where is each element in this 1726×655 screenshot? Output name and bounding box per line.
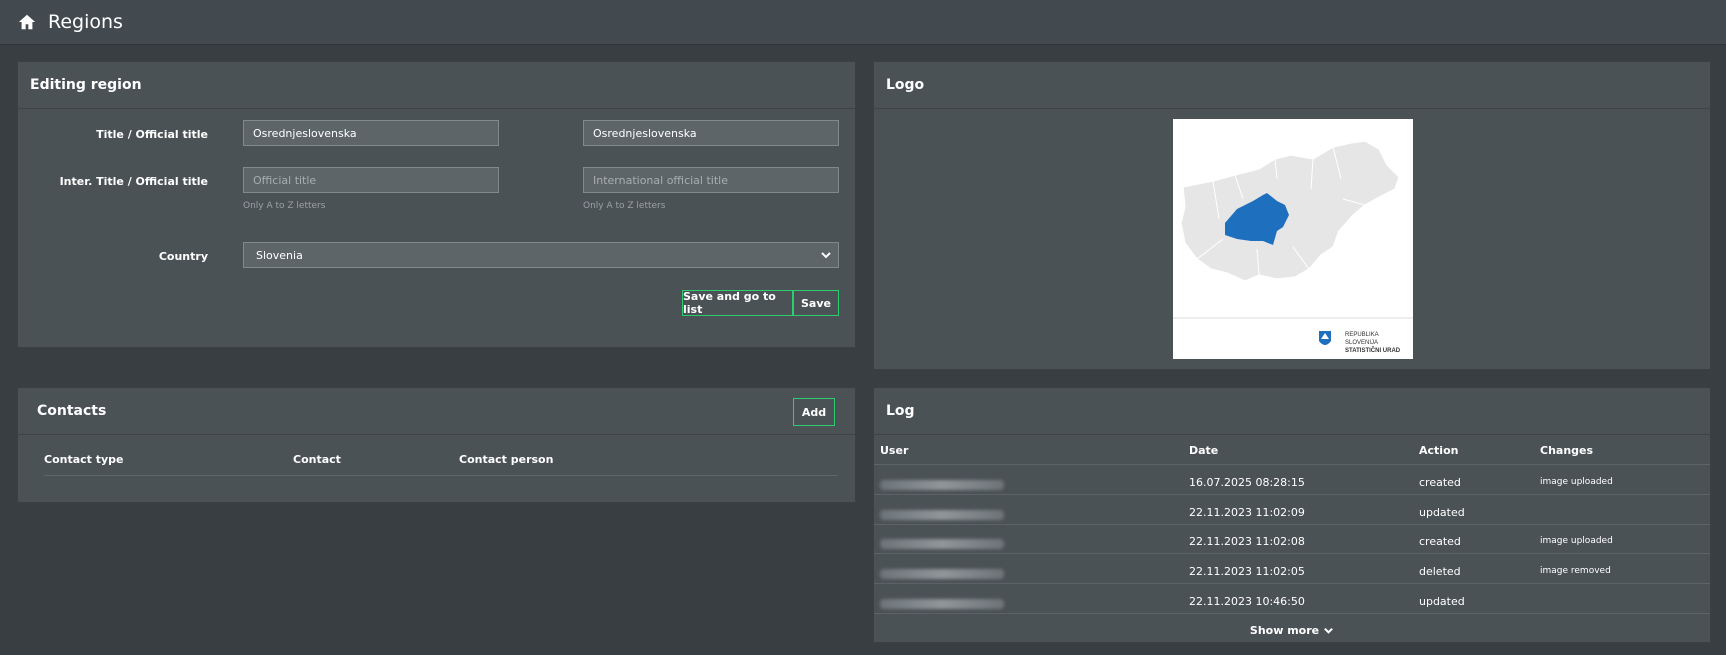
log-user-email (880, 569, 1004, 579)
log-row-divider (874, 613, 1710, 614)
page-title: Regions (48, 11, 123, 33)
log-changes: image uploaded (1540, 536, 1613, 546)
inter-title-input[interactable]: Official title (243, 167, 499, 193)
inter-title-hint: Only A to Z letters (243, 201, 326, 211)
log-header-divider (874, 464, 1710, 465)
save-and-go-to-list-button[interactable]: Save and go to list (682, 290, 793, 316)
show-more-button[interactable]: Show more (874, 624, 1710, 637)
logo-header: Logo (874, 62, 1710, 109)
log-date: 16.07.2025 08:28:15 (1189, 476, 1305, 489)
log-header: Log (874, 388, 1710, 435)
log-row-divider (874, 494, 1710, 495)
logo-panel: Logo REPUBLIKA SLOVENIJA STATISTIČNI URA… (873, 61, 1711, 370)
log-row-divider (874, 583, 1710, 584)
inter-official-title-hint: Only A to Z letters (583, 201, 666, 211)
chevron-down-icon (821, 252, 831, 259)
log-date: 22.11.2023 11:02:08 (1189, 535, 1305, 548)
log-action: created (1419, 476, 1461, 489)
log-action: updated (1419, 506, 1465, 519)
add-contact-button[interactable]: Add (793, 398, 835, 426)
log-date: 22.11.2023 10:46:50 (1189, 595, 1305, 608)
column-action: Action (1419, 444, 1459, 457)
country-select-value: Slovenia (256, 248, 303, 262)
column-contact-type: Contact type (44, 453, 124, 466)
inter-official-title-input[interactable]: International official title (583, 167, 839, 193)
editing-region-panel: Editing region Title / Official title Os… (17, 61, 856, 348)
top-bar: Regions (0, 0, 1726, 45)
log-date: 22.11.2023 11:02:09 (1189, 506, 1305, 519)
log-row-divider (874, 553, 1710, 554)
column-user: User (880, 444, 909, 457)
column-contact: Contact (293, 453, 341, 466)
slovenia-map-image (1173, 140, 1413, 345)
log-date: 22.11.2023 11:02:05 (1189, 565, 1305, 578)
official-title-input[interactable]: Osrednjeslovenska (583, 120, 839, 146)
column-date: Date (1189, 444, 1219, 457)
column-contact-person: Contact person (459, 453, 554, 466)
editing-region-header: Editing region (18, 62, 855, 109)
country-select[interactable]: Slovenia (243, 242, 839, 268)
save-button[interactable]: Save (793, 290, 839, 316)
log-action: deleted (1419, 565, 1461, 578)
chevron-down-icon (1324, 627, 1333, 634)
log-user-email (880, 510, 1004, 520)
show-more-label: Show more (1249, 624, 1320, 637)
log-user-email (880, 599, 1004, 609)
log-action: updated (1419, 595, 1465, 608)
home-icon[interactable] (18, 13, 36, 31)
log-action: created (1419, 535, 1461, 548)
country-label: Country (158, 250, 208, 263)
log-panel: Log User Date Action Changes 16.07.2025 … (873, 387, 1711, 643)
log-changes: image uploaded (1540, 477, 1613, 487)
log-row-divider (874, 524, 1710, 525)
contacts-header: Contacts (18, 388, 855, 435)
contacts-panel: Contacts Add Contact type Contact Contac… (17, 387, 856, 503)
log-user-email (880, 539, 1004, 549)
logo-caption-line1: REPUBLIKA SLOVENIJA (1345, 332, 1379, 346)
log-changes: image removed (1540, 566, 1611, 576)
inter-title-label: Inter. Title / Official title (59, 175, 208, 188)
logo-caption-line2: STATISTIČNI URAD (1345, 348, 1401, 354)
coat-of-arms-icon (1319, 331, 1331, 345)
log-user-email (880, 480, 1004, 490)
title-label: Title / Official title (96, 128, 208, 141)
column-changes: Changes (1540, 444, 1594, 457)
region-logo-image[interactable]: REPUBLIKA SLOVENIJA STATISTIČNI URAD (1173, 119, 1413, 359)
title-input[interactable]: Osrednjeslovenska (243, 120, 499, 146)
contacts-header-divider (44, 475, 838, 476)
